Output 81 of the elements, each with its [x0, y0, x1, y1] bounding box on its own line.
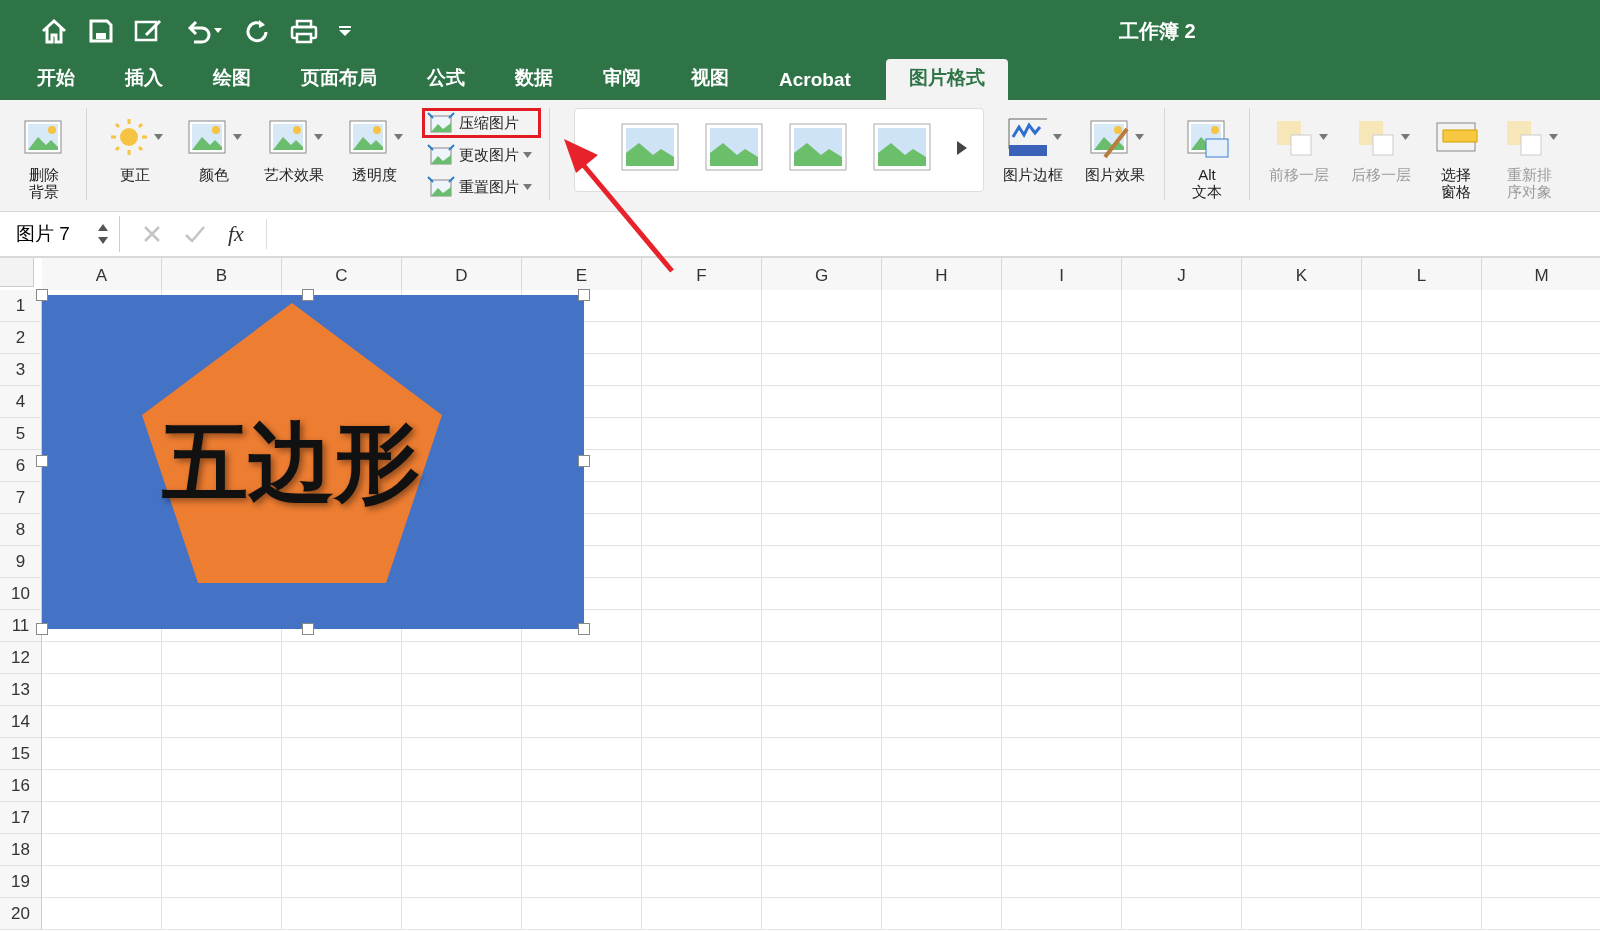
ribbon-small-button[interactable]: 更改图片 [422, 140, 541, 170]
caret-icon [1318, 134, 1328, 140]
shape-text: 五边形 [162, 413, 420, 512]
ribbon-tab[interactable]: 绘图 [190, 59, 274, 100]
row-header[interactable]: 1 [0, 290, 42, 322]
row-header[interactable]: 8 [0, 514, 42, 546]
next-arrow-icon[interactable] [957, 141, 967, 155]
ribbon-button[interactable]: 图片效果 [1074, 108, 1156, 187]
row-header[interactable]: 19 [0, 866, 42, 898]
row-header[interactable]: 12 [0, 642, 42, 674]
ribbon-tab[interactable]: Acrobat [756, 63, 874, 100]
ribbon-button[interactable]: 删除 背景 [10, 108, 78, 204]
selection-handle[interactable] [578, 455, 590, 467]
ribbon-small-button[interactable]: 重置图片 [422, 172, 541, 202]
caret-icon [313, 134, 323, 140]
ribbon-tab[interactable]: 插入 [102, 59, 186, 100]
ribbon-tab[interactable]: 审阅 [580, 59, 664, 100]
row-header[interactable]: 4 [0, 386, 42, 418]
redo-icon[interactable] [244, 18, 270, 44]
selection-handle[interactable] [302, 623, 314, 635]
ribbon-button[interactable]: 更正 [95, 108, 174, 187]
row-header[interactable]: 10 [0, 578, 42, 610]
row-header[interactable]: 5 [0, 418, 42, 450]
row-header[interactable]: 6 [0, 450, 42, 482]
name-box[interactable]: 图片 7 [0, 216, 120, 252]
window-title: 工作簿 2 [1119, 18, 1196, 44]
picture-style-thumbnail[interactable] [873, 123, 931, 173]
ribbon-button[interactable]: 颜色 [174, 108, 253, 187]
ribbon-tab[interactable]: 开始 [14, 59, 98, 100]
picture-background[interactable]: 五边形 [42, 295, 584, 629]
caret-icon [154, 134, 163, 140]
ribbon-tab[interactable]: 公式 [404, 59, 488, 100]
row-header[interactable]: 2 [0, 322, 42, 354]
ribbon-button[interactable]: Alt 文本 [1173, 108, 1241, 204]
selection-handle[interactable] [36, 289, 48, 301]
row-header[interactable]: 9 [0, 546, 42, 578]
row-header[interactable]: 13 [0, 674, 42, 706]
insert-function-label[interactable]: fx [228, 221, 244, 247]
row-header[interactable]: 14 [0, 706, 42, 738]
selection-handle[interactable] [578, 289, 590, 301]
row-header[interactable]: 18 [0, 834, 42, 866]
caret-icon [1134, 134, 1144, 140]
caret-icon [233, 134, 242, 140]
selection-handle[interactable] [36, 623, 48, 635]
row-header[interactable]: 11 [0, 610, 42, 642]
ribbon-button[interactable]: 透明度 [335, 108, 414, 187]
printer-icon[interactable] [290, 18, 318, 44]
ribbon-tab[interactable]: 数据 [492, 59, 576, 100]
home-icon[interactable] [40, 18, 68, 44]
check-icon[interactable] [184, 224, 206, 244]
ribbon-tab[interactable]: 图片格式 [885, 59, 1008, 100]
caret-icon [523, 152, 532, 158]
save-icon[interactable] [88, 18, 114, 44]
ribbon-button[interactable]: 选择 窗格 [1422, 108, 1490, 204]
picture-icon [427, 112, 455, 134]
ribbon-tab[interactable]: 视图 [668, 59, 752, 100]
picture-icon [427, 144, 455, 166]
row-header[interactable]: 16 [0, 770, 42, 802]
selection-handle[interactable] [36, 455, 48, 467]
customize-caret-icon[interactable] [338, 25, 352, 37]
caret-icon [1549, 134, 1558, 140]
selection-handle[interactable] [302, 289, 314, 301]
ribbon-button[interactable]: 图片边框 [992, 108, 1074, 187]
row-header[interactable]: 7 [0, 482, 42, 514]
selection-handle[interactable] [578, 623, 590, 635]
caret-icon [1052, 134, 1062, 140]
picture-style-thumbnail[interactable] [705, 123, 763, 173]
edit-icon[interactable] [134, 18, 164, 44]
row-header[interactable]: 15 [0, 738, 42, 770]
picture-icon [427, 176, 455, 198]
ribbon-button[interactable]: 艺术效果 [253, 108, 335, 187]
caret-icon [394, 134, 403, 140]
row-header[interactable]: 17 [0, 802, 42, 834]
ribbon-tab[interactable]: 页面布局 [278, 59, 400, 100]
ribbon-small-button[interactable]: 压缩图片 [422, 108, 541, 138]
caret-icon [1400, 134, 1410, 140]
picture-style-thumbnail[interactable] [621, 123, 679, 173]
row-header[interactable]: 3 [0, 354, 42, 386]
row-header[interactable]: 20 [0, 898, 42, 930]
picture-style-thumbnail[interactable] [789, 123, 847, 173]
caret-icon [523, 184, 532, 190]
